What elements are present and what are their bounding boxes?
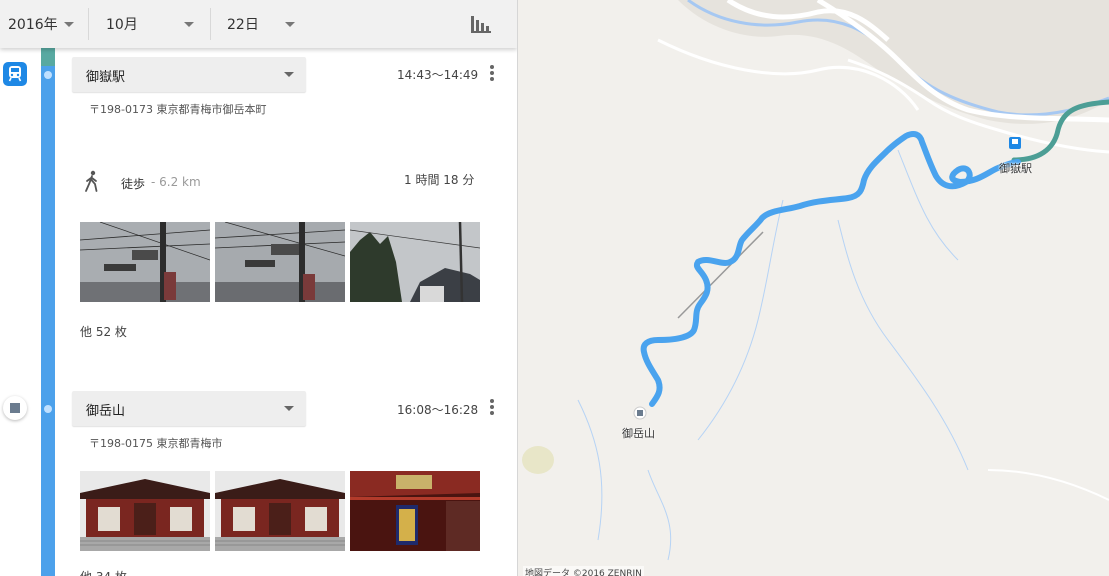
- photo-thumbnail[interactable]: [80, 222, 210, 302]
- activity-distance: - 6.2 km: [151, 175, 201, 189]
- visit-time: 16:08〜16:28: [397, 403, 479, 417]
- date-bar: 2016年 10月 22日: [0, 0, 517, 48]
- map-view[interactable]: 御嶽駅 御岳山 地図データ ©2016 ZENRIN: [518, 0, 1109, 576]
- transit-segment: [41, 48, 55, 66]
- photo-thumbnail[interactable]: [350, 222, 480, 302]
- photo-thumbnail[interactable]: [215, 222, 345, 302]
- activity-mode: 徒歩: [121, 177, 146, 191]
- divider: [88, 8, 89, 40]
- day-select-label: 22日: [227, 17, 259, 33]
- walking-segment[interactable]: [41, 66, 55, 576]
- chevron-down-icon: [284, 72, 294, 77]
- month-select[interactable]: 10月: [106, 0, 198, 48]
- map-canvas[interactable]: [518, 0, 1109, 576]
- photo-thumbnail[interactable]: [350, 471, 480, 551]
- timeline-dot: [44, 405, 52, 413]
- timeline-panel: 2016年 10月 22日 御嶽駅 14:43〜14:49 〒198-0173 …: [0, 0, 518, 576]
- year-select-label: 2016年: [8, 17, 58, 33]
- visit-time: 14:43〜14:49: [397, 68, 479, 82]
- stop-icon: [3, 396, 27, 420]
- more-photos-link[interactable]: 他 52 枚: [80, 323, 127, 340]
- map-label-station: 御嶽駅: [999, 162, 1032, 175]
- place-address: 〒198-0175 東京都青梅市: [89, 437, 223, 450]
- more-photos-link[interactable]: 他 34 枚: [80, 568, 127, 576]
- place-name: 御岳山: [86, 404, 126, 419]
- activity-duration: 1 時間 18 分: [404, 173, 475, 187]
- chevron-down-icon: [184, 22, 194, 27]
- more-vert-icon[interactable]: [484, 397, 500, 417]
- walking-icon: [85, 170, 98, 192]
- chevron-down-icon: [284, 406, 294, 411]
- more-vert-icon[interactable]: [484, 63, 500, 83]
- month-select-label: 10月: [106, 17, 138, 33]
- day-select[interactable]: 22日: [227, 0, 299, 48]
- chevron-down-icon: [285, 22, 295, 27]
- divider: [210, 8, 211, 40]
- photo-thumbnail[interactable]: [80, 471, 210, 551]
- train-icon: [3, 62, 27, 86]
- place-name: 御嶽駅: [86, 70, 126, 85]
- bar-chart-icon[interactable]: [470, 14, 492, 34]
- chevron-down-icon: [64, 22, 74, 27]
- map-attribution: 地図データ ©2016 ZENRIN: [523, 566, 644, 576]
- map-label-mountain: 御岳山: [622, 427, 655, 440]
- place-name-select[interactable]: 御岳山: [72, 391, 306, 426]
- year-select[interactable]: 2016年: [8, 0, 80, 48]
- place-address: 〒198-0173 東京都青梅市御岳本町: [89, 103, 267, 116]
- timeline-dot: [44, 71, 52, 79]
- place-name-select[interactable]: 御嶽駅: [72, 57, 306, 92]
- photo-thumbnail[interactable]: [215, 471, 345, 551]
